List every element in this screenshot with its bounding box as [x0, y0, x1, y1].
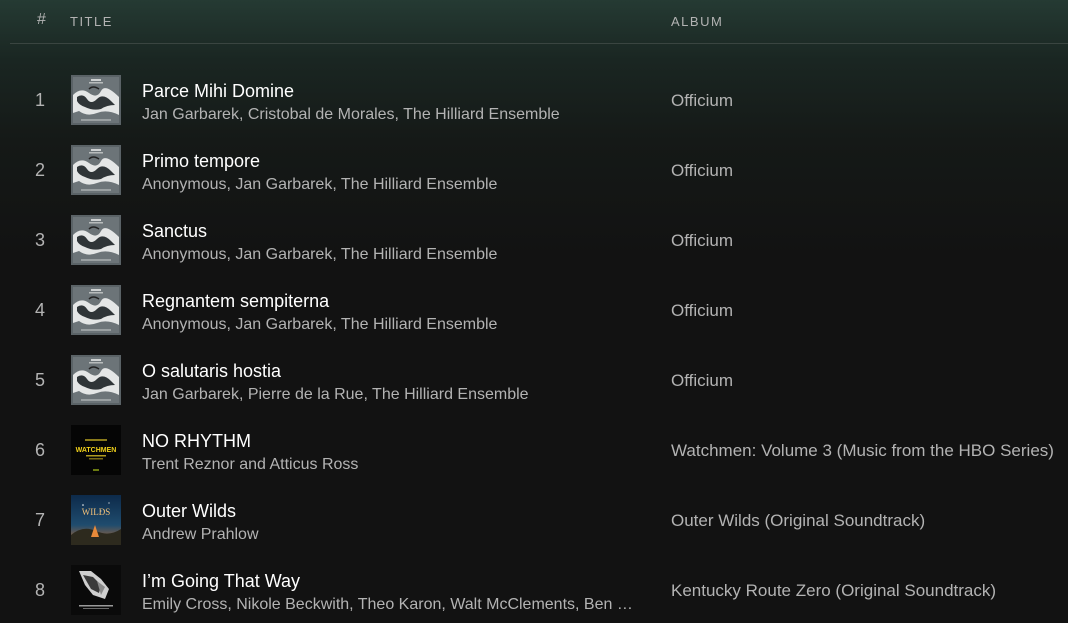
track-number: 8 — [34, 580, 45, 600]
track-row[interactable]: 4 Regnantem sempiterna Anonymous, Jan Gar… — [0, 275, 1068, 345]
album-cover[interactable] — [71, 215, 121, 265]
track-title[interactable]: Regnantem sempiterna — [142, 291, 329, 312]
tracklist-header: # TITLE ALBUM — [0, 0, 1068, 44]
album-cover-text: WATCHMEN — [76, 447, 117, 454]
track-artists[interactable]: Jan Garbarek, Pierre de la Rue, The Hill… — [142, 386, 642, 404]
track-row[interactable]: 6 WATCHMEN NO RHYTHM Trent Reznor and Att… — [0, 415, 1068, 485]
album-cover[interactable] — [71, 75, 121, 125]
track-artists[interactable]: Anonymous, Jan Garbarek, The Hilliard En… — [142, 176, 642, 194]
album-cover[interactable]: WILDS — [71, 495, 121, 545]
track-artists[interactable]: Jan Garbarek, Cristobal de Morales, The … — [142, 106, 642, 124]
track-album[interactable]: Watchmen: Volume 3 (Music from the HBO S… — [671, 441, 1056, 461]
track-artists[interactable]: Anonymous, Jan Garbarek, The Hilliard En… — [142, 316, 642, 334]
track-artists[interactable]: Anonymous, Jan Garbarek, The Hilliard En… — [142, 246, 642, 264]
column-header-title[interactable]: TITLE — [70, 14, 113, 29]
track-artists[interactable]: Trent Reznor and Atticus Ross — [142, 456, 642, 474]
tracklist: # TITLE ALBUM 1 Parce Mihi Domine Jan Gar… — [0, 0, 1068, 623]
track-number: 4 — [34, 300, 45, 320]
track-title[interactable]: Sanctus — [142, 221, 207, 242]
track-album[interactable]: Officium — [671, 231, 1056, 251]
track-row[interactable]: 3 Sanctus Anonymous, Jan Garbarek, The Hi… — [0, 205, 1068, 275]
track-album[interactable]: Outer Wilds (Original Soundtrack) — [671, 511, 1056, 531]
track-number: 3 — [34, 230, 45, 250]
track-title[interactable]: I’m Going That Way — [142, 571, 300, 592]
track-title[interactable]: O salutaris hostia — [142, 361, 281, 382]
column-header-album[interactable]: ALBUM — [671, 14, 723, 29]
track-album[interactable]: Officium — [671, 371, 1056, 391]
album-cover[interactable] — [71, 285, 121, 335]
track-title[interactable]: Outer Wilds — [142, 501, 236, 522]
album-cover[interactable] — [71, 355, 121, 405]
track-number: 7 — [34, 510, 45, 530]
track-rows: 1 Parce Mihi Domine Jan Garbarek, Cristob… — [0, 65, 1068, 623]
album-cover[interactable] — [71, 145, 121, 195]
track-album[interactable]: Officium — [671, 91, 1056, 111]
track-number: 5 — [34, 370, 45, 390]
track-row[interactable]: 5 O salutaris hostia Jan Garbarek, Pierre… — [0, 345, 1068, 415]
track-title[interactable]: Primo tempore — [142, 151, 260, 172]
track-number: 1 — [34, 90, 45, 110]
track-number: 2 — [34, 160, 45, 180]
track-row[interactable]: 7 WILDS Outer Wilds Andrew Prahlow Outer W… — [0, 485, 1068, 555]
track-number: 6 — [34, 440, 45, 460]
album-cover[interactable] — [71, 565, 121, 615]
track-title[interactable]: Parce Mihi Domine — [142, 81, 294, 102]
album-cover-text: WILDS — [82, 507, 111, 517]
album-cover[interactable]: WATCHMEN — [71, 425, 121, 475]
header-divider — [10, 43, 1068, 44]
track-row[interactable]: 2 Primo tempore Anonymous, Jan Garbarek, … — [0, 135, 1068, 205]
track-row[interactable]: 8 I’m Going That Way Emily Cross, Nikole … — [0, 555, 1068, 623]
track-album[interactable]: Officium — [671, 161, 1056, 181]
column-header-number[interactable]: # — [37, 11, 46, 29]
track-album[interactable]: Officium — [671, 301, 1056, 321]
track-row[interactable]: 1 Parce Mihi Domine Jan Garbarek, Cristob… — [0, 65, 1068, 135]
track-album[interactable]: Kentucky Route Zero (Original Soundtrack… — [671, 581, 1056, 601]
track-artists[interactable]: Emily Cross, Nikole Beckwith, Theo Karon… — [142, 596, 642, 614]
track-title[interactable]: NO RHYTHM — [142, 431, 251, 452]
track-artists[interactable]: Andrew Prahlow — [142, 526, 642, 544]
